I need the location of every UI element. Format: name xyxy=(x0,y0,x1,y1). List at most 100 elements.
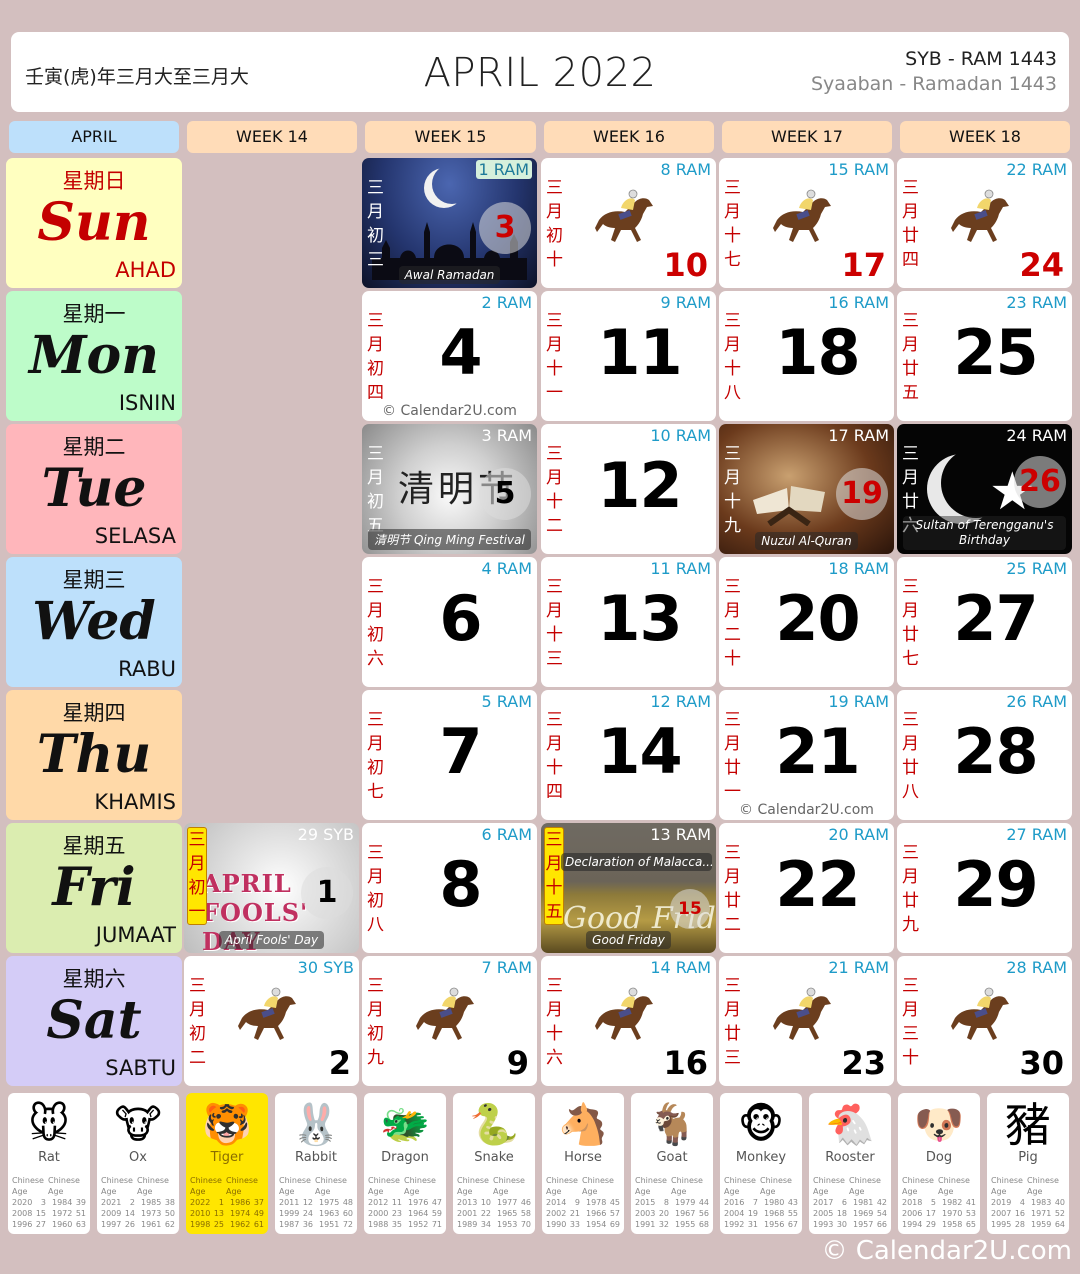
table-row: 2009 14 1973 50 xyxy=(101,1208,175,1219)
table-header: Age Age xyxy=(101,1186,175,1197)
col-header: Age xyxy=(902,1187,918,1196)
date-cell-16[interactable]: 14 RAM 三月十六 16 xyxy=(541,956,716,1086)
day-ms: RABU xyxy=(118,657,176,681)
lunar-date: 三月初五 xyxy=(367,444,384,536)
lunar-date: 三月十七 xyxy=(724,178,741,270)
date-cell-10[interactable]: 8 RAM 三月初十 10 xyxy=(541,158,716,288)
table-cell: 1966 xyxy=(586,1209,607,1218)
table-cell: 25 xyxy=(213,1220,224,1229)
date-cell-2[interactable]: 30 SYB 三月初二 2 xyxy=(184,956,359,1086)
day-ms: SELASA xyxy=(94,524,176,548)
lunar-date: 三月十五 xyxy=(544,827,564,925)
table-cell: 1973 xyxy=(141,1209,162,1218)
lunar-date: 三月廿九 xyxy=(902,843,919,935)
date-cell-20[interactable]: 18 RAM 三月二十 20 xyxy=(719,557,894,687)
day-en: Mon xyxy=(28,325,160,386)
date-cell-30[interactable]: 28 RAM 三月三十 30 xyxy=(897,956,1072,1086)
lunar-date: 三月初一 xyxy=(187,827,207,925)
table-cell: 28 xyxy=(1014,1220,1025,1229)
date-cell-21[interactable]: 19 RAM 三月廿一 21 © Calendar2U.com xyxy=(719,690,894,820)
date-cell-14[interactable]: 12 RAM 三月十四 14 xyxy=(541,690,716,820)
hijri-date: 9 RAM xyxy=(660,293,711,312)
date-number: 28 xyxy=(953,715,1038,788)
date-cell-8[interactable]: 6 RAM 三月初八 8 xyxy=(362,823,537,953)
table-row: 1999 24 1963 60 xyxy=(279,1208,353,1219)
table-cell: 2000 xyxy=(368,1209,389,1218)
event-label-secondary: Declaration of Malacca... xyxy=(561,853,712,871)
col-header: Chinese xyxy=(190,1176,222,1185)
col-header: Age xyxy=(546,1187,562,1196)
date-cell-11[interactable]: 9 RAM 三月十一 11 xyxy=(541,291,716,421)
date-cell-1[interactable]: 三月初一 29 SYB APRIL FOOLS' DAY 1 April Foo… xyxy=(184,823,359,953)
date-cell-25[interactable]: 23 RAM 三月廿五 25 xyxy=(897,291,1072,421)
date-cell-24[interactable]: 22 RAM 三月廿四 24 xyxy=(897,158,1072,288)
table-cell: 1965 xyxy=(497,1209,518,1218)
date-cell-18[interactable]: 16 RAM 三月十八 18 xyxy=(719,291,894,421)
lunar-date: 三月廿五 xyxy=(902,311,919,403)
date-cell-23[interactable]: 21 RAM 三月廿三 23 xyxy=(719,956,894,1086)
horse-racing-icon xyxy=(412,978,482,1048)
zodiac-age-table: Chinese Chinese Age Age 2013 10 1977 46 2001 22 19… xyxy=(457,1175,531,1230)
date-number: 23 xyxy=(841,1044,886,1082)
table-cell: 1994 xyxy=(902,1220,923,1229)
table-cell: 17 xyxy=(925,1209,936,1218)
table-cell: 34 xyxy=(480,1220,491,1229)
date-number: 17 xyxy=(841,246,886,284)
date-cell-27[interactable]: 25 RAM 三月廿七 27 xyxy=(897,557,1072,687)
table-cell: 41 xyxy=(965,1198,976,1207)
date-cell-13[interactable]: 11 RAM 三月十三 13 xyxy=(541,557,716,687)
day-label-sat: 星期六 Sat SABTU xyxy=(6,956,182,1086)
date-cell-17[interactable]: 15 RAM 三月十七 17 xyxy=(719,158,894,288)
hijri-date: 6 RAM xyxy=(481,825,532,844)
zodiac-card-rat: 🐭 Rat Chinese Chinese Age Age 2020 3 1984 39 2008 1… xyxy=(8,1093,90,1234)
table-cell: 27 xyxy=(35,1220,46,1229)
date-cell-15[interactable]: 三月十五 13 RAM Declaration of Malacca... Go… xyxy=(541,823,716,953)
table-cell: 23 xyxy=(391,1209,402,1218)
table-cell: 2011 xyxy=(279,1198,300,1207)
col-header: Chinese xyxy=(368,1176,400,1185)
table-cell: 8 xyxy=(663,1198,669,1207)
lunar-date: 三月廿三 xyxy=(724,976,741,1068)
table-row: 2004 19 1968 55 xyxy=(724,1208,798,1219)
table-header: Age Age xyxy=(190,1186,264,1197)
col-header: Age xyxy=(137,1187,153,1196)
table-cell: 2010 xyxy=(190,1209,211,1218)
col-header: Chinese xyxy=(493,1176,525,1185)
table-cell: 24 xyxy=(302,1209,313,1218)
hijri-date: 2 RAM xyxy=(481,293,532,312)
table-row: 2002 21 1966 57 xyxy=(546,1208,620,1219)
table-cell: 7 xyxy=(752,1198,758,1207)
table-row: 2012 11 1976 47 xyxy=(368,1197,442,1208)
date-cell-5[interactable]: 三月初五 3 RAM 清明节 5 清明节 Qing Ming Festival xyxy=(362,424,537,554)
date-cell-28[interactable]: 26 RAM 三月廿八 28 xyxy=(897,690,1072,820)
date-cell-22[interactable]: 20 RAM 三月廿二 22 xyxy=(719,823,894,953)
week-header-14: WEEK 14 xyxy=(187,121,357,153)
table-header: Age Age xyxy=(368,1186,442,1197)
day-label-wed: 星期三 Wed RABU xyxy=(6,557,182,687)
date-cell-3[interactable]: 三月初三 1 RAM 3 Awal Ramadan xyxy=(362,158,537,288)
date-cell-12[interactable]: 10 RAM 三月十二 12 xyxy=(541,424,716,554)
day-ms: JUMAAT xyxy=(95,923,176,947)
day-zh: 星期六 xyxy=(62,967,126,991)
monkey-icon: 🐵 xyxy=(737,1103,785,1147)
date-cell-7[interactable]: 5 RAM 三月初七 7 xyxy=(362,690,537,820)
table-cell: 2013 xyxy=(457,1198,478,1207)
date-cell-6[interactable]: 4 RAM 三月初六 6 xyxy=(362,557,537,687)
table-cell: 39 xyxy=(75,1198,86,1207)
col-header: Chinese xyxy=(760,1176,792,1185)
table-cell: 67 xyxy=(787,1220,798,1229)
date-cell-29[interactable]: 27 RAM 三月廿九 29 xyxy=(897,823,1072,953)
event-label: Good Friday xyxy=(586,931,671,949)
table-cell: 38 xyxy=(164,1198,175,1207)
date-cell-4[interactable]: 2 RAM 三月初四 4 © Calendar2U.com xyxy=(362,291,537,421)
date-cell-9[interactable]: 7 RAM 三月初九 9 xyxy=(362,956,537,1086)
date-cell-19[interactable]: 三月十九 17 RAM 19 Nuzul Al-Quran xyxy=(719,424,894,554)
event-caption: Good Friday xyxy=(541,931,716,949)
date-cell-26[interactable]: 三月廿六 24 RAM ★ 26 Sultan of Terengganu's … xyxy=(897,424,1072,554)
table-cell: 62 xyxy=(164,1220,175,1229)
zodiac-name: Snake xyxy=(474,1150,514,1165)
hijri-date: 29 SYB xyxy=(297,825,354,844)
date-number: 20 xyxy=(775,582,860,655)
day-ms: ISNIN xyxy=(118,391,176,415)
table-row: 2016 7 1980 43 xyxy=(724,1197,798,1208)
